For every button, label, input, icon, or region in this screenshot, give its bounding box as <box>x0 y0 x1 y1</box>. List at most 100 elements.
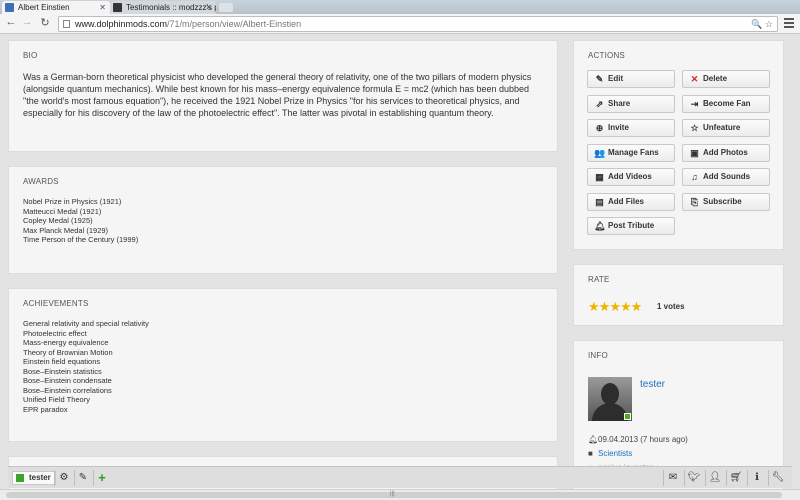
achievements-title: ACHIEVEMENTS <box>23 299 89 308</box>
become-fan-button[interactable]: ⇥ Become Fan <box>682 95 770 113</box>
list-item: General relativity and special relativit… <box>23 319 149 328</box>
tab-albert-einstien[interactable]: Albert Einstien ✕ <box>2 1 110 14</box>
close-icon[interactable]: ✕ <box>99 1 106 14</box>
reload-icon[interactable]: ↻ <box>38 16 52 29</box>
tab-title: Albert Einstien <box>18 3 70 12</box>
list-item: EPR paradox <box>23 404 68 414</box>
mail-icon[interactable]: ✉ <box>665 470 681 486</box>
button-label: Delete <box>703 74 728 83</box>
bio-title: BIO <box>23 51 38 60</box>
wrench-icon[interactable]: 🔧︎ <box>770 470 786 486</box>
film-icon: ▦ <box>595 172 604 182</box>
share-icon: ⇗ <box>595 99 604 109</box>
music-icon: ♫ <box>691 172 698 182</box>
site-favicon-icon <box>5 3 14 12</box>
forward-arrow-icon[interactable]: → <box>20 16 34 28</box>
list-item: Unified Field Theory <box>23 395 90 404</box>
info-icon[interactable]: ℹ <box>749 470 765 486</box>
star-icon[interactable]: ★ <box>588 299 600 314</box>
add-sounds-button[interactable]: ♫ Add Sounds <box>682 168 770 186</box>
rate-panel: RATE ★★★★★ 1 votes <box>573 264 784 326</box>
category-link[interactable]: Scientists <box>598 449 632 458</box>
list-item: Matteucci Medal (1921) <box>23 206 102 216</box>
list-item: Einstein field equations <box>23 357 101 366</box>
add-videos-button[interactable]: ▦ Add Videos <box>587 168 675 186</box>
add-icon[interactable]: + <box>94 470 110 486</box>
zoom-icon[interactable]: 🔍 <box>751 19 762 29</box>
bell-icon: 🔔︎ <box>594 221 606 231</box>
add-photos-button[interactable]: ▣ Add Photos <box>682 144 770 162</box>
cart-icon[interactable]: 🛒︎ <box>728 470 744 486</box>
list-item: Theory of Brownian Motion <box>23 347 113 357</box>
edit-button[interactable]: ✎ Edit <box>587 70 675 88</box>
subscribe-button[interactable]: ⎘ Subscribe <box>682 193 770 211</box>
delete-button[interactable]: ✕ Delete <box>682 70 770 88</box>
votes-count: 1 votes <box>657 302 685 311</box>
group-icon: 👥 <box>594 148 606 158</box>
unfeature-button[interactable]: ☆ Unfeature <box>682 119 770 137</box>
star-icon[interactable]: ★ <box>599 299 611 314</box>
info-category: ■ Scientists <box>588 449 632 458</box>
awards-panel: AWARDS Nobel Prize in Physics (1921) Mat… <box>8 166 558 274</box>
url-path: /71/m/person/view/Albert-Einstien <box>167 19 302 29</box>
button-label: Subscribe <box>703 197 742 206</box>
button-label: Add Photos <box>703 148 748 157</box>
twitter-icon[interactable]: 🐦︎ <box>686 470 702 486</box>
avatar[interactable] <box>588 377 632 421</box>
achievements-panel: ACHIEVEMENTS General relativity and spec… <box>8 288 558 442</box>
gear-icon[interactable]: ⚙ <box>56 470 72 486</box>
online-status-icon <box>16 474 24 482</box>
tab-strip: Albert Einstien ✕ Testimonials :: modzzz… <box>0 0 800 14</box>
info-username-link[interactable]: tester <box>640 379 665 390</box>
edit-icon: ✎ <box>595 74 604 84</box>
button-label: Unfeature <box>703 123 741 132</box>
plus-circle-icon: ⊕ <box>595 123 604 133</box>
manage-fans-button[interactable]: 👥 Manage Fans <box>587 144 675 162</box>
address-bar[interactable]: www.dolphinmods.com/71/m/person/view/Alb… <box>58 16 778 32</box>
bookmark-star-icon[interactable]: ☆ <box>765 19 773 29</box>
rating-stars[interactable]: ★★★★★ <box>588 299 643 315</box>
horizontal-scrollbar[interactable]: ||| <box>0 489 800 500</box>
button-label: Add Files <box>608 197 645 206</box>
button-label: Add Sounds <box>703 172 751 181</box>
star-icon[interactable]: ★ <box>631 299 643 314</box>
rate-title: RATE <box>588 275 610 284</box>
button-label: Share <box>608 99 631 108</box>
button-label: Add Videos <box>608 172 652 181</box>
list-item: Nobel Prize in Physics (1921) <box>23 197 122 206</box>
tab-title: Testimonials :: modzzz's p <box>126 3 216 12</box>
button-label: Edit <box>608 74 624 83</box>
page-icon <box>63 20 70 28</box>
edit-icon[interactable]: ✎ <box>75 470 91 486</box>
star-icon[interactable]: ★ <box>620 299 632 314</box>
list-item: Time Person of the Century (1999) <box>23 235 139 244</box>
button-label: Invite <box>608 123 629 132</box>
button-label: Post Tribute <box>608 221 655 230</box>
scrollbar-grip-icon: ||| <box>390 491 395 497</box>
back-arrow-icon[interactable]: ← <box>4 16 18 28</box>
post-tribute-button[interactable]: 🔔︎ Post Tribute <box>587 217 675 235</box>
paperclip-icon: ⎘ <box>690 197 699 207</box>
list-item: Max Planck Medal (1929) <box>23 225 109 235</box>
button-label: Manage Fans <box>608 148 659 157</box>
url-host: www.dolphinmods.com <box>75 19 168 29</box>
browser-menu-icon[interactable] <box>784 18 794 28</box>
add-files-button[interactable]: ▤ Add Files <box>587 193 675 211</box>
star-icon[interactable]: ★ <box>609 299 621 314</box>
bio-panel: BIO Was a German-born theoretical physic… <box>8 40 558 152</box>
bottom-username: tester <box>29 473 51 482</box>
awards-title: AWARDS <box>23 177 59 186</box>
list-item: Bose–Einstein statistics <box>23 366 102 376</box>
bottom-user-button[interactable]: tester <box>12 471 56 485</box>
close-icon[interactable]: ✕ <box>205 1 212 14</box>
delete-icon: ✕ <box>690 74 699 84</box>
folder-icon: ■ <box>588 449 593 458</box>
new-tab-button[interactable] <box>219 3 233 12</box>
user-icon[interactable]: 👤︎ <box>707 470 723 486</box>
list-item: Mass-energy equivalence <box>23 338 109 347</box>
share-button[interactable]: ⇗ Share <box>587 95 675 113</box>
signin-icon: ⇥ <box>690 99 699 109</box>
bell-icon: 🔔︎ <box>588 435 599 444</box>
tab-testimonials[interactable]: Testimonials :: modzzz's p ✕ <box>110 1 216 14</box>
invite-button[interactable]: ⊕ Invite <box>587 119 675 137</box>
